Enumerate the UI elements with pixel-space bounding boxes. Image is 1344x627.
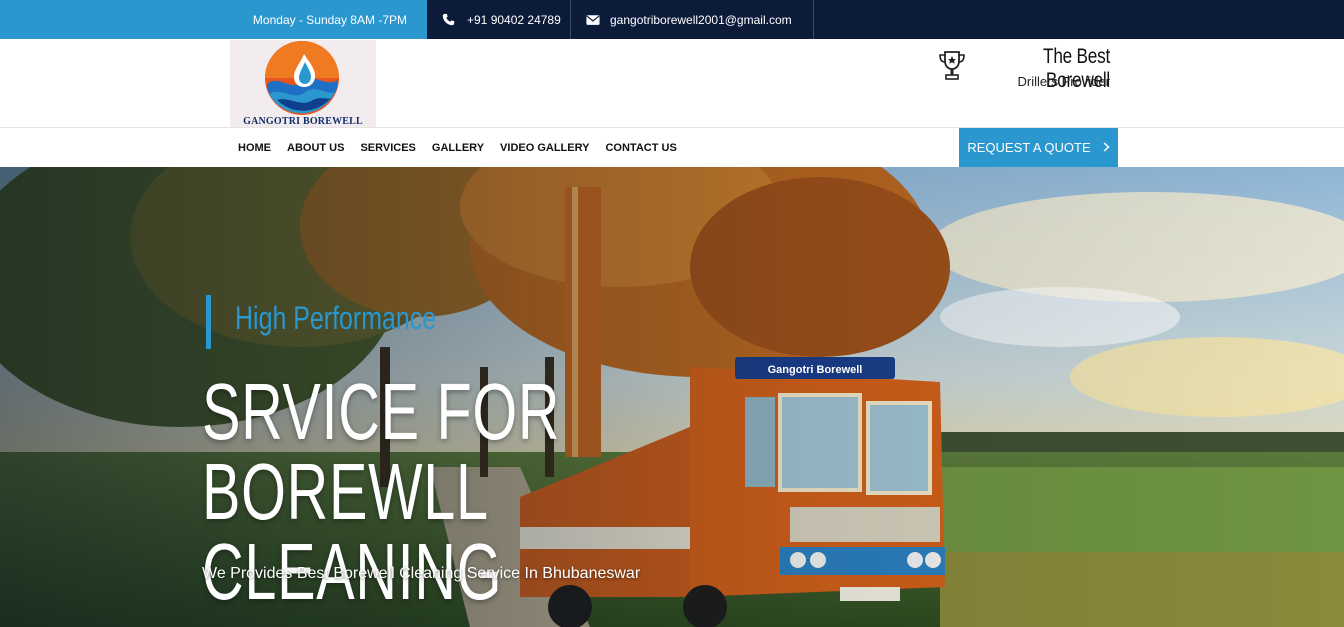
- hero-subtitle: We Provides Best Borewell Cleaning Servi…: [202, 565, 641, 582]
- page: Monday - Sunday 8AM -7PM +91 90402 24789…: [0, 0, 1344, 627]
- nav-item-services[interactable]: SERVICES: [360, 142, 415, 154]
- hero-banner: Gangotri Borewell High Performance SRVIC…: [0, 167, 1344, 627]
- nav-item-home[interactable]: HOME: [238, 142, 271, 154]
- phone-number: +91 90402 24789: [467, 12, 561, 27]
- nav-item-gallery[interactable]: GALLERY: [432, 142, 484, 154]
- nav-item-about-us[interactable]: ABOUT US: [287, 142, 344, 154]
- envelope-icon: [586, 13, 600, 27]
- request-quote-button[interactable]: REQUEST A QUOTE: [959, 128, 1118, 167]
- main-nav: HOME ABOUT US SERVICES GALLERY VIDEO GAL…: [0, 128, 1344, 167]
- tagline-sub: Drillers Provider: [1017, 74, 1110, 89]
- nav-menu: HOME ABOUT US SERVICES GALLERY VIDEO GAL…: [238, 128, 693, 167]
- site-header: GANGOTRI BOREWELL The Best Borewell Dril…: [0, 39, 1344, 128]
- nav-item-contact-us[interactable]: CONTACT US: [605, 142, 676, 154]
- nav-item-video-gallery[interactable]: VIDEO GALLERY: [500, 142, 589, 154]
- logo-text: GANGOTRI BOREWELL: [243, 116, 363, 127]
- truck-label: Gangotri Borewell: [768, 364, 863, 376]
- logo-emblem-icon: [265, 41, 339, 115]
- business-hours: Monday - Sunday 8AM -7PM: [0, 0, 427, 39]
- email-address: gangotriborewell2001@gmail.com: [610, 12, 792, 27]
- hero-kicker: High Performance: [235, 300, 437, 336]
- request-quote-label: REQUEST A QUOTE: [967, 140, 1091, 155]
- hero-title-line-1: SRVICE FOR BOREWLL: [202, 367, 561, 536]
- top-bar: Monday - Sunday 8AM -7PM +91 90402 24789…: [0, 0, 1344, 39]
- phone-icon: [441, 13, 455, 27]
- hero-accent-bar: [206, 295, 211, 349]
- chevron-right-icon: [1103, 140, 1110, 155]
- site-logo[interactable]: GANGOTRI BOREWELL: [230, 40, 376, 127]
- phone-contact[interactable]: +91 90402 24789: [427, 0, 571, 39]
- email-contact[interactable]: gangotriborewell2001@gmail.com: [571, 0, 814, 39]
